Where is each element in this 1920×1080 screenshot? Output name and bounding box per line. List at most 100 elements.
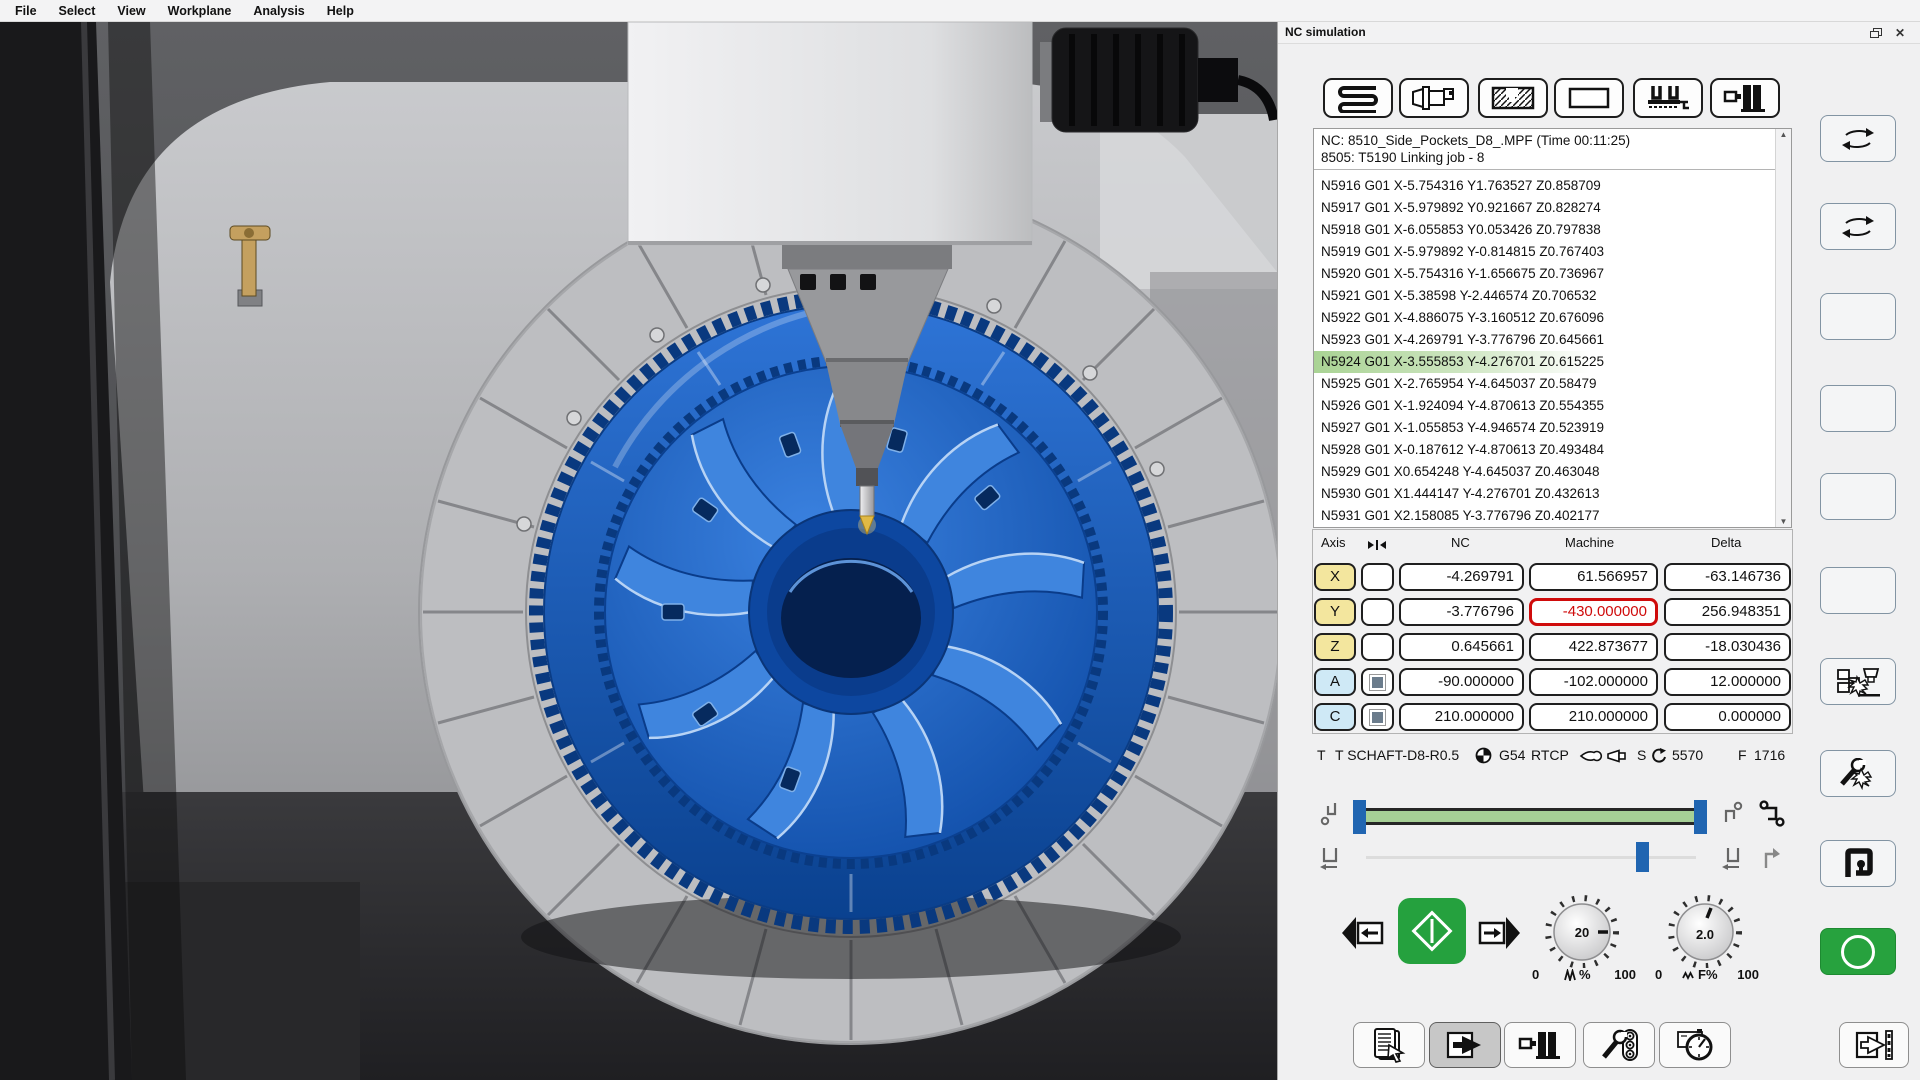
nc-line[interactable]: N5919 G01 X-5.979892 Y-0.814815 Z0.76740… <box>1314 241 1774 263</box>
status-ok-circle-icon <box>1841 935 1875 969</box>
nc-line[interactable]: N5930 G01 X1.444147 Y-4.276701 Z0.432613 <box>1314 483 1774 505</box>
feed-min-label: 0 <box>1655 967 1662 982</box>
axis-a-button[interactable]: A <box>1314 668 1356 696</box>
axis-row-c: C 210.000000 210.000000 0.000000 <box>1313 703 1792 731</box>
axis-y-checkbox[interactable] <box>1361 598 1394 626</box>
axis-a-checkbox[interactable] <box>1361 668 1394 696</box>
single-block-button[interactable] <box>1429 1022 1501 1068</box>
rapid-zigzag-icon <box>1563 969 1578 981</box>
nc-line[interactable]: N5918 G01 X-6.055853 Y0.053426 Z0.797838 <box>1314 219 1774 241</box>
menu-view[interactable]: View <box>106 0 156 22</box>
axis-x-checkbox[interactable] <box>1361 563 1394 591</box>
nc-line[interactable]: N5926 G01 X-1.924094 Y-4.870613 Z0.55435… <box>1314 395 1774 417</box>
delta-col-header: Delta <box>1711 535 1741 550</box>
scroll-down-icon[interactable]: ▼ <box>1776 517 1791 526</box>
menu-analysis[interactable]: Analysis <box>242 0 315 22</box>
axis-c-button[interactable]: C <box>1314 703 1356 731</box>
axis-z-nc-value: 0.645661 <box>1399 633 1524 661</box>
toolbar-nc-program-button[interactable] <box>1323 78 1393 118</box>
nc-line[interactable]: N5928 G01 X-0.187612 Y-4.870613 Z0.49348… <box>1314 439 1774 461</box>
nc-line-current[interactable]: N5924 G01 X-3.555853 Y-4.276701 Z0.61522… <box>1314 351 1774 373</box>
range-start-icon[interactable] <box>1319 800 1343 828</box>
nc-line[interactable]: N5927 G01 X-1.055853 Y-4.946574 Z0.52391… <box>1314 417 1774 439</box>
machine-scene <box>0 22 1277 1080</box>
time-analysis-button[interactable] <box>1659 1022 1731 1068</box>
blank-button-1[interactable] <box>1820 293 1896 340</box>
range-start-handle[interactable] <box>1353 800 1366 834</box>
checkbox-filled-square <box>1370 710 1385 725</box>
rotate-table-plus-button[interactable] <box>1820 115 1896 162</box>
step-backward-button[interactable] <box>1340 915 1386 951</box>
nc-line[interactable]: N5916 G01 X-5.754316 Y1.763527 Z0.858709 <box>1314 175 1774 197</box>
axis-x-button[interactable]: X <box>1314 563 1356 591</box>
toolpath-lines-icon <box>1334 83 1382 113</box>
rapid-min-label: 0 <box>1532 967 1539 982</box>
blank-button-3[interactable] <box>1820 473 1896 520</box>
blank-button-2[interactable] <box>1820 385 1896 432</box>
axis-c-nc-value: 210.000000 <box>1399 703 1524 731</box>
nc-program-list[interactable]: NC: 8510_Side_Pockets_D8_.MPF (Time 00:1… <box>1313 128 1792 528</box>
position-handle[interactable] <box>1636 842 1649 872</box>
single-block-arrow-icon <box>1445 1030 1485 1060</box>
menu-help[interactable]: Help <box>316 0 365 22</box>
menu-select[interactable]: Select <box>48 0 107 22</box>
play-button[interactable] <box>1398 898 1466 964</box>
nc-list-scrollbar[interactable]: ▲ ▼ <box>1775 129 1791 527</box>
rtcp-label: RTCP <box>1531 747 1569 763</box>
menu-file[interactable]: File <box>4 0 48 22</box>
tool-wear-check-button[interactable] <box>1820 750 1896 797</box>
tool-status-bar: T T SCHAFT-D8-R0.5 G54 RTCP S 5570 F 171… <box>1313 744 1792 770</box>
nc-line[interactable]: N5917 G01 X-5.979892 Y0.921667 Z0.828274 <box>1314 197 1774 219</box>
axis-x-delta-value: -63.146736 <box>1664 563 1791 591</box>
feed-override-dial[interactable]: 2.0 0 F% 100 <box>1649 890 1761 982</box>
nc-line[interactable]: N5929 G01 X0.654248 Y-4.645037 Z0.463048 <box>1314 461 1774 483</box>
float-icon[interactable] <box>1868 25 1884 41</box>
machine-3d-viewport[interactable] <box>0 22 1277 1080</box>
nc-line[interactable]: N5923 G01 X-4.269791 Y-3.776796 Z0.64566… <box>1314 329 1774 351</box>
rotate-table-minus-button[interactable] <box>1820 203 1896 250</box>
jump-back-icon[interactable] <box>1319 844 1343 872</box>
position-track[interactable] <box>1366 856 1696 859</box>
machine-bed-icon <box>1644 82 1692 114</box>
close-icon[interactable]: ✕ <box>1892 25 1908 41</box>
axis-y-button[interactable]: Y <box>1314 598 1356 626</box>
program-range-zone <box>1313 792 1792 882</box>
collision-check-button[interactable] <box>1820 658 1896 705</box>
menu-workplane[interactable]: Workplane <box>157 0 243 22</box>
toolbar-machine-button[interactable] <box>1710 78 1780 118</box>
housing-panel <box>1100 114 1277 289</box>
range-loop-icon[interactable] <box>1759 800 1783 828</box>
range-end-handle[interactable] <box>1694 800 1707 834</box>
range-end-icon[interactable] <box>1719 800 1743 828</box>
step-forward-button[interactable] <box>1476 915 1522 951</box>
pocket-contour-button[interactable] <box>1820 840 1896 887</box>
rotate-view-icon <box>1835 125 1881 153</box>
axis-c-checkbox[interactable] <box>1361 703 1394 731</box>
export-block-button[interactable] <box>1839 1022 1909 1068</box>
nc-line[interactable]: N5925 G01 X-2.765954 Y-4.645037 Z0.58479 <box>1314 373 1774 395</box>
blank-button-4[interactable] <box>1820 567 1896 614</box>
nc-line[interactable]: N5920 G01 X-5.754316 Y-1.656675 Z0.73696… <box>1314 263 1774 285</box>
axis-z-button[interactable]: Z <box>1314 633 1356 661</box>
axis-z-delta-value: -18.030436 <box>1664 633 1791 661</box>
axis-z-checkbox[interactable] <box>1361 633 1394 661</box>
jump-up-icon[interactable] <box>1759 844 1783 872</box>
scroll-up-icon[interactable]: ▲ <box>1776 130 1791 139</box>
toolbar-tool-button[interactable] <box>1399 78 1469 118</box>
nc-program-subtitle: 8505: T5190 Linking job - 8 <box>1321 149 1771 166</box>
axis-y-nc-value: -3.776796 <box>1399 598 1524 626</box>
nc-line[interactable]: N5921 G01 X-5.38598 Y-2.446574 Z0.706532 <box>1314 285 1774 307</box>
jump-forward-icon[interactable] <box>1719 844 1743 872</box>
status-ok-button[interactable] <box>1820 928 1896 975</box>
range-track[interactable] <box>1366 808 1694 825</box>
toolbar-machine-bed-button[interactable] <box>1633 78 1703 118</box>
nc-line[interactable]: N5922 G01 X-4.886075 Y-3.160512 Z0.67609… <box>1314 307 1774 329</box>
rapid-override-dial[interactable]: 20 0 % 100 <box>1526 890 1638 982</box>
toolbar-workplane-button[interactable] <box>1554 78 1624 118</box>
stopwatch-icon <box>1675 1028 1715 1062</box>
select-nc-program-button[interactable] <box>1353 1022 1425 1068</box>
nc-line[interactable]: N5931 G01 X2.158085 Y-3.776796 Z0.402177 <box>1314 505 1774 527</box>
toolbar-stock-button[interactable] <box>1478 78 1548 118</box>
machine-settings-button[interactable] <box>1504 1022 1576 1068</box>
tool-analysis-button[interactable] <box>1583 1022 1655 1068</box>
